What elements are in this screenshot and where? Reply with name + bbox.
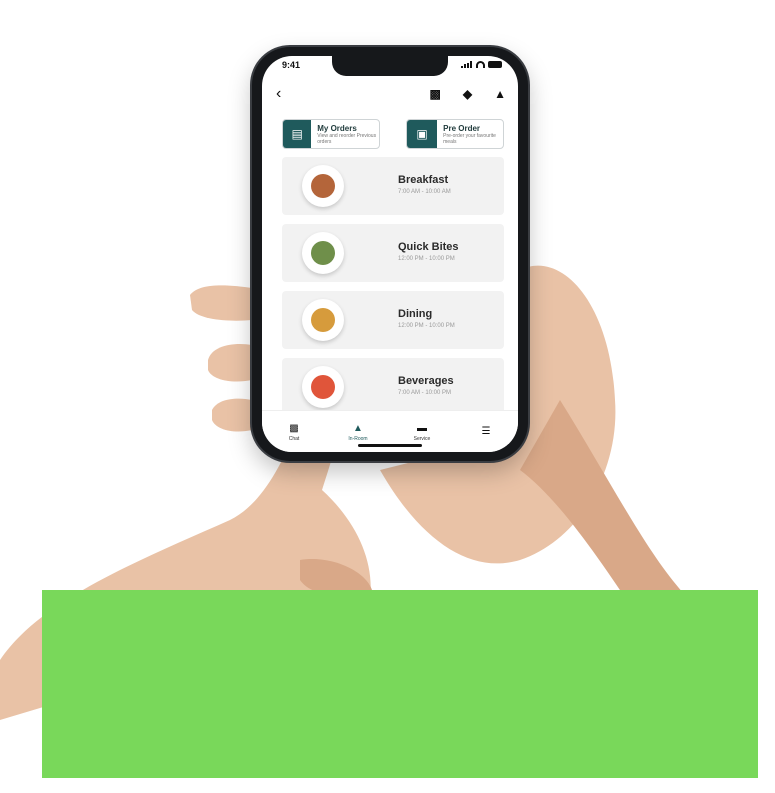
my-orders-subtitle: View and reorder Previous orders: [317, 132, 377, 145]
pre-order-text: Pre Order Pre-order your favourite meals: [437, 124, 503, 145]
green-overlay-block: [42, 590, 758, 778]
my-orders-title: My Orders: [317, 123, 357, 133]
dining-plate-image: [302, 299, 344, 341]
pre-order-title: Pre Order: [443, 123, 481, 133]
beverages-glass-image: [302, 366, 344, 408]
signal-icon: [461, 61, 473, 68]
home-indicator: [358, 444, 422, 447]
menu-card-title: Breakfast: [398, 174, 449, 186]
battery-icon: [488, 61, 502, 68]
menu-card-beverages[interactable]: Beverages 7:00 AM - 10:00 PM: [282, 358, 504, 416]
breakfast-plate-image: [302, 165, 344, 207]
nav-label: Service: [413, 435, 431, 442]
top-bar-actions: ▩ ◆ ▲: [430, 88, 506, 100]
nav-service[interactable]: ▬ Service: [400, 423, 444, 442]
orders-icon: ▤: [283, 120, 312, 148]
my-orders-button[interactable]: ▤ My Orders View and reorder Previous or…: [282, 119, 380, 149]
people-icon[interactable]: ◆: [463, 88, 472, 100]
menu-card-breakfast[interactable]: Breakfast 7:00 AM - 10:00 AM: [282, 157, 504, 215]
lock-icon[interactable]: ▩: [430, 88, 441, 100]
quick-bites-plate-image: [302, 232, 344, 274]
menu-card-hours: 12:00 PM - 10:00 PM: [398, 323, 455, 329]
phone-notch: [332, 56, 448, 76]
menu-card-quick-bites[interactable]: Quick Bites 12:00 PM - 10:00 PM: [282, 224, 504, 282]
menu-card-title: Beverages: [398, 375, 454, 387]
menu-card-hours: 7:00 AM - 10:00 AM: [398, 189, 451, 195]
phone-screen: 9:41 ‹ ▩ ◆ ▲ ▤ My Orders View and reorde…: [262, 56, 518, 452]
menu-icon: ☰: [481, 425, 491, 437]
menu-card-dining[interactable]: Dining 12:00 PM - 10:00 PM: [282, 291, 504, 349]
pre-order-subtitle: Pre-order your favourite meals: [443, 132, 496, 145]
my-orders-text: My Orders View and reorder Previous orde…: [311, 124, 379, 145]
menu-card-hours: 12:00 PM - 10:00 PM: [398, 256, 455, 262]
status-time: 9:41: [282, 60, 301, 70]
menu-card-title: Quick Bites: [398, 241, 459, 253]
quick-actions: ▤ My Orders View and reorder Previous or…: [282, 119, 504, 149]
wifi-icon: [476, 61, 485, 68]
room-service-icon: ▲: [353, 422, 363, 434]
menu-card-title: Dining: [398, 308, 433, 320]
top-bar: ‹ ▩ ◆ ▲: [262, 84, 518, 108]
phone: 9:41 ‹ ▩ ◆ ▲ ▤ My Orders View and reorde…: [252, 47, 528, 461]
nav-label: In-Room: [348, 435, 368, 442]
status-icons: [461, 61, 502, 68]
nav-label: Chat: [288, 435, 300, 442]
bell-icon[interactable]: ▲: [494, 88, 506, 100]
scene: 9:41 ‹ ▩ ◆ ▲ ▤ My Orders View and reorde…: [0, 0, 775, 793]
back-arrow-icon[interactable]: ‹: [276, 86, 281, 102]
menu-list: Breakfast 7:00 AM - 10:00 AM Quick Bites…: [282, 157, 504, 425]
menu-card-hours: 7:00 AM - 10:00 PM: [398, 390, 452, 396]
nav-in-room[interactable]: ▲ In-Room: [336, 423, 380, 442]
chat-icon: ▩: [289, 422, 299, 434]
pre-order-button[interactable]: ▣ Pre Order Pre-order your favourite mea…: [406, 119, 504, 149]
clipboard-icon: ▣: [407, 120, 438, 148]
service-icon: ▬: [417, 422, 427, 434]
nav-menu[interactable]: ☰: [464, 426, 508, 439]
nav-chat[interactable]: ▩ Chat: [272, 423, 316, 442]
